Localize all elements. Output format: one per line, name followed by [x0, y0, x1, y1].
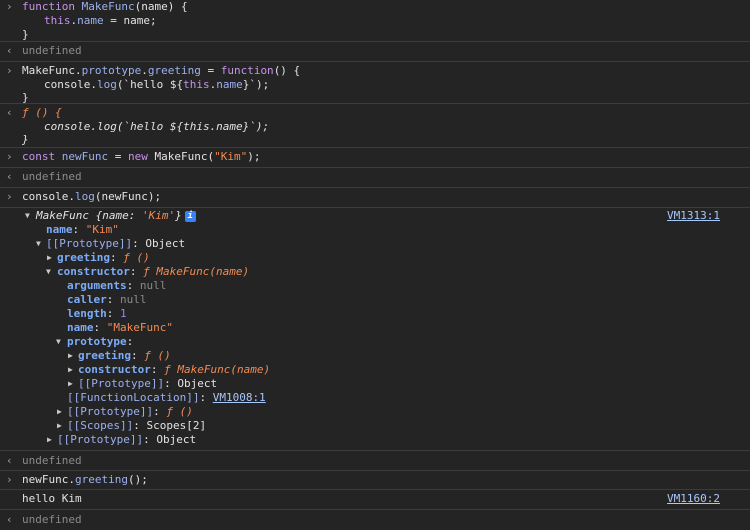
prompt-chevron-icon: ›: [6, 0, 13, 13]
property-prototype[interactable]: [[Prototype]]: Object: [46, 237, 185, 251]
collapse-triangle-icon[interactable]: ▼: [56, 335, 61, 349]
result-chevron-icon: ‹: [6, 44, 13, 57]
expand-triangle-icon[interactable]: ▶: [68, 363, 73, 377]
property-fname: name: "MakeFunc": [67, 321, 173, 334]
code-line: const newFunc = new MakeFunc("Kim");: [22, 150, 261, 163]
code-line: MakeFunc.prototype.greeting = function()…: [22, 64, 301, 77]
result-value: undefined: [22, 170, 82, 183]
console-input-entry[interactable]: › const newFunc = new MakeFunc("Kim");: [0, 148, 750, 168]
expand-triangle-icon[interactable]: ▶: [57, 405, 62, 419]
property-greeting[interactable]: greeting: ƒ (): [57, 251, 150, 265]
property-function-location: [[FunctionLocation]]: VM1008:1: [67, 391, 266, 404]
result-chevron-icon: ‹: [6, 513, 13, 526]
property-f-prototype[interactable]: [[Prototype]]: ƒ (): [67, 405, 193, 419]
source-link[interactable]: VM1313:1: [667, 209, 720, 223]
prompt-chevron-icon: ›: [6, 64, 13, 77]
property-o-prototype[interactable]: [[Prototype]]: Object: [57, 433, 196, 447]
property-length: length: 1: [67, 307, 127, 320]
property-caller: caller: null: [67, 293, 147, 306]
result-value: undefined: [22, 454, 82, 467]
prompt-chevron-icon: ›: [6, 473, 13, 486]
expand-triangle-icon[interactable]: ▶: [68, 377, 73, 391]
property-p-prototype[interactable]: [[Prototype]]: Object: [78, 377, 217, 391]
collapse-triangle-icon[interactable]: ▼: [25, 209, 30, 223]
result-value: undefined: [22, 513, 82, 526]
console-result-entry[interactable]: ‹ ƒ () { console.log(`hello ${this.name}…: [0, 104, 750, 148]
object-summary[interactable]: MakeFunc {name: 'Kim'} i: [36, 209, 196, 223]
property-p-constructor[interactable]: constructor: ƒ MakeFunc(name): [78, 363, 270, 377]
console-input-entry[interactable]: › function MakeFunc(name) { this.name = …: [0, 0, 750, 42]
console-input-entry[interactable]: › newFunc.greeting();: [0, 471, 750, 490]
function-close: }: [22, 133, 29, 146]
expand-triangle-icon[interactable]: ▶: [68, 349, 73, 363]
function-body: console.log(`hello ${this.name}`);: [44, 120, 270, 133]
console-result-entry: ‹ undefined: [0, 510, 750, 530]
console-result-entry: ‹ undefined: [0, 168, 750, 188]
property-prototype-obj[interactable]: prototype:: [67, 335, 133, 349]
code-line: this.name = name;: [44, 14, 157, 27]
code-line: }: [22, 28, 29, 41]
console-result-entry: ‹ undefined: [0, 42, 750, 62]
collapse-triangle-icon[interactable]: ▼: [46, 265, 51, 279]
console-input-entry[interactable]: › MakeFunc.prototype.greeting = function…: [0, 62, 750, 104]
console-log-object: VM1313:1 ▼ MakeFunc {name: 'Kim'} i name:…: [0, 208, 750, 451]
expand-triangle-icon[interactable]: ▶: [47, 433, 52, 447]
console-result-entry: ‹ undefined: [0, 451, 750, 471]
result-chevron-icon: ‹: [6, 170, 13, 183]
result-value: undefined: [22, 44, 82, 57]
function-location-link[interactable]: VM1008:1: [213, 391, 266, 404]
expand-triangle-icon[interactable]: ▶: [47, 251, 52, 265]
code-line: newFunc.greeting();: [22, 473, 148, 486]
prompt-chevron-icon: ›: [6, 150, 13, 163]
info-icon[interactable]: i: [184, 210, 196, 222]
expand-triangle-icon[interactable]: ▶: [57, 419, 62, 433]
console-log-entry: hello Kim VM1160:2: [0, 490, 750, 510]
property-arguments: arguments: null: [67, 279, 167, 292]
console-input-entry[interactable]: › console.log(newFunc);: [0, 188, 750, 208]
property-name: name: "Kim": [46, 223, 119, 236]
prompt-chevron-icon: ›: [6, 190, 13, 203]
result-chevron-icon: ‹: [6, 106, 13, 119]
code-line: console.log(`hello ${this.name}`);: [44, 78, 270, 91]
property-scopes[interactable]: [[Scopes]]: Scopes[2]: [67, 419, 206, 433]
source-link[interactable]: VM1160:2: [667, 492, 720, 506]
code-line: }: [22, 91, 29, 104]
code-line: console.log(newFunc);: [22, 190, 162, 203]
property-p-greeting[interactable]: greeting: ƒ (): [78, 349, 171, 363]
function-result: ƒ () {: [22, 106, 62, 119]
result-chevron-icon: ‹: [6, 454, 13, 467]
collapse-triangle-icon[interactable]: ▼: [36, 237, 41, 251]
property-constructor[interactable]: constructor: ƒ MakeFunc(name): [57, 265, 249, 279]
log-message: hello Kim: [22, 492, 82, 505]
code-line: function MakeFunc(name) {: [22, 0, 188, 13]
